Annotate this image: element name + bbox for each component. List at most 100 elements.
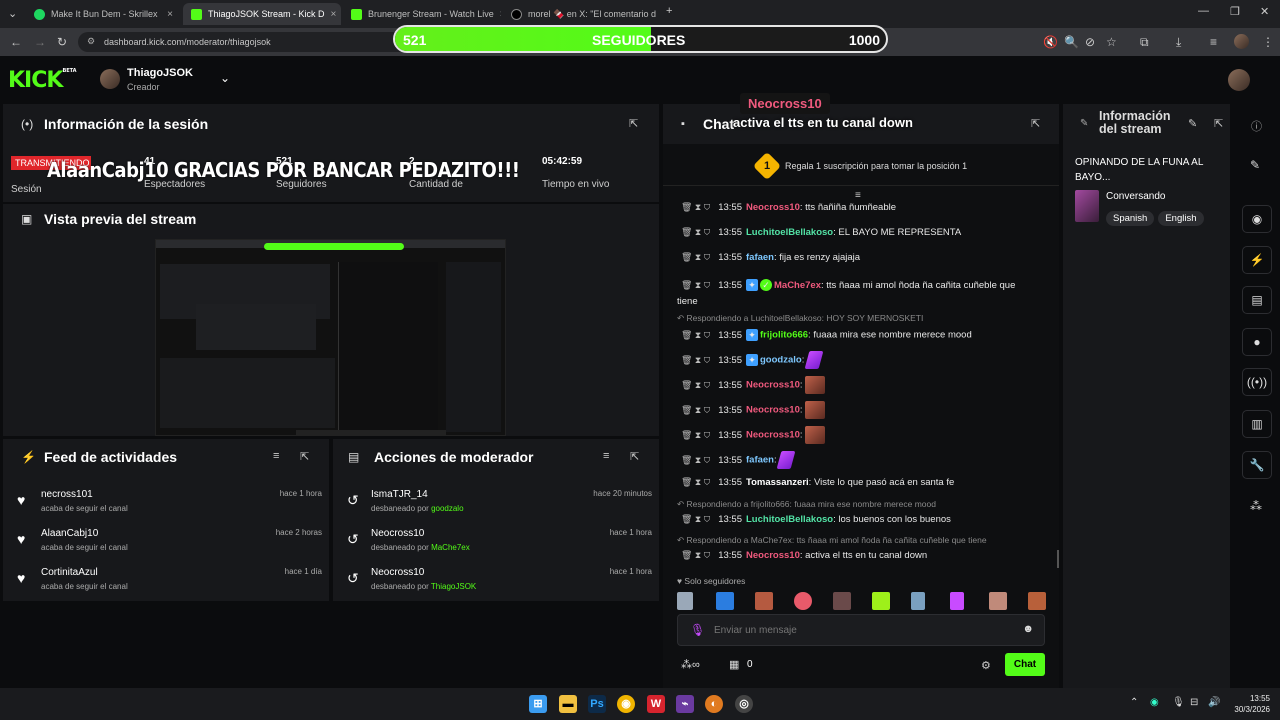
- profile-avatar-icon[interactable]: [1234, 34, 1249, 49]
- emote-quick-3[interactable]: [755, 592, 773, 610]
- site-info-icon[interactable]: ⚙: [87, 36, 95, 47]
- camera-icon[interactable]: ◉: [1242, 205, 1272, 233]
- filter-icon[interactable]: ≡: [273, 450, 279, 462]
- kick-points-icon[interactable]: ⁂: [1250, 499, 1262, 513]
- close-window-icon[interactable]: ✕: [1260, 5, 1269, 18]
- forward-icon[interactable]: →: [34, 35, 46, 49]
- tray-clock[interactable]: 13:55 30/3/2026: [1228, 693, 1270, 715]
- stream-category[interactable]: Conversando: [1106, 191, 1165, 202]
- feed-user[interactable]: necross101: [41, 489, 93, 500]
- msg-user[interactable]: Neocross10: [746, 380, 800, 391]
- blender-icon[interactable]: ◐: [705, 695, 723, 713]
- popout-icon[interactable]: ⇱: [300, 450, 309, 463]
- windows-start-icon[interactable]: ⊞: [529, 695, 547, 713]
- chat-settings-icon[interactable]: ⚙: [981, 659, 991, 672]
- tab-search-icon[interactable]: ⌄: [8, 7, 17, 20]
- photoshop-icon[interactable]: Ps: [588, 695, 606, 713]
- mod-controls-icon[interactable]: 🗑 ⧗ ⛉: [681, 477, 710, 487]
- obs-icon[interactable]: ◎: [735, 695, 753, 713]
- reply-context[interactable]: ↶ Respondiendo a LuchitoelBellakoso: HOY…: [677, 313, 923, 324]
- mod-controls-icon[interactable]: 🗑 ⧗ ⛉: [681, 227, 710, 237]
- back-icon[interactable]: ←: [10, 35, 22, 49]
- reply-context[interactable]: ↶ Respondiendo a frijolito666: fuaaa mir…: [677, 499, 936, 510]
- emote-quick-1[interactable]: [677, 592, 693, 610]
- network-icon[interactable]: ⊟: [1190, 697, 1198, 708]
- feed-user[interactable]: CortinitaAzul: [41, 567, 98, 578]
- msg-user[interactable]: Tomassanzeri: [746, 477, 809, 488]
- browser-tab-2[interactable]: ThiagoJSOK Stream - Kick D ×: [183, 3, 341, 25]
- msg-user[interactable]: frijolito666: [760, 330, 808, 341]
- mod-action-user[interactable]: Neocross10: [371, 567, 424, 578]
- emote-quick-4[interactable]: [794, 592, 812, 610]
- mod-controls-icon[interactable]: 🗑 ⧗ ⛉: [681, 252, 710, 262]
- browser-tab-3[interactable]: Brunenger Stream - Watch Live ×: [343, 3, 501, 25]
- mute-icon[interactable]: 🔇: [1043, 35, 1058, 49]
- msg-user[interactable]: LuchitoelBellakoso: [746, 227, 833, 238]
- emote-quick-7[interactable]: [911, 592, 925, 610]
- msg-user[interactable]: Neocross10: [746, 430, 800, 441]
- volume-icon[interactable]: 🔊: [1208, 697, 1220, 708]
- stream-preview-video[interactable]: [155, 239, 506, 436]
- mod-controls-icon[interactable]: 🗑 ⧗ ⛉: [681, 330, 710, 340]
- microphone-icon[interactable]: 🎙: [690, 623, 705, 637]
- tray-chevron-icon[interactable]: ⌃: [1130, 697, 1138, 708]
- clipboard-icon[interactable]: ▤: [1242, 286, 1272, 314]
- mod-controls-icon[interactable]: 🗑 ⧗ ⛉: [681, 355, 710, 365]
- reading-list-icon[interactable]: ≡: [1210, 35, 1217, 49]
- mod-action-by[interactable]: MaChe7ex: [431, 543, 470, 552]
- expand-handle-icon[interactable]: ≡: [855, 190, 861, 201]
- url-field[interactable]: ⚙ dashboard.kick.com/moderator/thiagojso…: [78, 32, 408, 52]
- mod-action-user[interactable]: Neocross10: [371, 528, 424, 539]
- edit-icon[interactable]: ✎: [1188, 117, 1197, 130]
- close-tab-icon[interactable]: ×: [167, 9, 173, 20]
- file-explorer-icon[interactable]: ▬: [559, 695, 577, 713]
- chat-bubble-icon[interactable]: ●: [1242, 328, 1272, 356]
- emoji-picker-icon[interactable]: ☻: [1022, 623, 1034, 635]
- eye-off-icon[interactable]: ⊘: [1085, 35, 1095, 49]
- emote-quick-6[interactable]: [872, 592, 890, 610]
- reload-icon[interactable]: ↻: [57, 35, 67, 49]
- mod-controls-icon[interactable]: 🗑 ⧗ ⛉: [681, 280, 710, 290]
- tray-app-icon[interactable]: ◉: [1150, 697, 1159, 708]
- popout-icon[interactable]: ⇱: [629, 117, 638, 130]
- bookmark-star-icon[interactable]: ☆: [1106, 35, 1117, 49]
- layers-icon[interactable]: ▥: [1242, 410, 1272, 438]
- msg-user[interactable]: fafaen: [746, 252, 774, 263]
- wps-icon[interactable]: W: [647, 695, 665, 713]
- tag-chip[interactable]: Spanish: [1106, 211, 1155, 226]
- mod-action-user[interactable]: IsmaTJR_14: [371, 489, 428, 500]
- tag-chip[interactable]: English: [1158, 211, 1204, 226]
- chat-input-box[interactable]: 🎙 ☻: [677, 614, 1045, 646]
- msg-user[interactable]: MaChe7ex: [774, 280, 821, 291]
- store-icon[interactable]: ▦: [729, 658, 739, 671]
- pinned-gift-banner[interactable]: 1 Regala 1 suscripción para tomar la pos…: [663, 148, 1059, 186]
- mod-controls-icon[interactable]: 🗑 ⧗ ⛉: [681, 550, 710, 560]
- maximize-icon[interactable]: ❐: [1230, 5, 1240, 18]
- app-icon[interactable]: ⌁: [676, 695, 694, 713]
- mod-controls-icon[interactable]: 🗑 ⧗ ⛉: [681, 202, 710, 212]
- msg-user[interactable]: LuchitoelBellakoso: [746, 514, 833, 525]
- new-tab-icon[interactable]: +: [666, 5, 672, 17]
- kick-points-icon[interactable]: ⁂∞: [681, 658, 700, 671]
- mod-controls-icon[interactable]: 🗑 ⧗ ⛉: [681, 455, 710, 465]
- info-icon[interactable]: ⓘ: [1251, 118, 1262, 134]
- popout-icon[interactable]: ⇱: [1214, 117, 1223, 130]
- kick-logo[interactable]: KICKBETA: [8, 68, 77, 93]
- channel-switch-chevron-icon[interactable]: ⌄: [220, 71, 230, 85]
- emote-quick-2[interactable]: [716, 592, 734, 610]
- msg-user[interactable]: Neocross10: [746, 202, 800, 213]
- bolt-icon[interactable]: ⚡: [1242, 246, 1272, 274]
- close-tab-icon[interactable]: ×: [500, 9, 501, 20]
- reply-context[interactable]: ↶ Respondiendo a MaChe7ex: tts ñaaa mi a…: [677, 535, 987, 546]
- minimize-icon[interactable]: —: [1198, 5, 1209, 17]
- emote-quick-8[interactable]: [950, 592, 964, 610]
- msg-user[interactable]: fafaen: [746, 455, 774, 466]
- emote-quick-10[interactable]: [1028, 592, 1046, 610]
- pencil-icon[interactable]: ✎: [1250, 158, 1260, 172]
- feed-user[interactable]: AlaanCabj10: [41, 528, 98, 539]
- filter-icon[interactable]: ≡: [603, 450, 609, 462]
- emote-quick-9[interactable]: [989, 592, 1007, 610]
- menu-dots-icon[interactable]: ⋮: [1262, 35, 1274, 49]
- user-avatar[interactable]: [1228, 69, 1250, 91]
- mod-controls-icon[interactable]: 🗑 ⧗ ⛉: [681, 430, 710, 440]
